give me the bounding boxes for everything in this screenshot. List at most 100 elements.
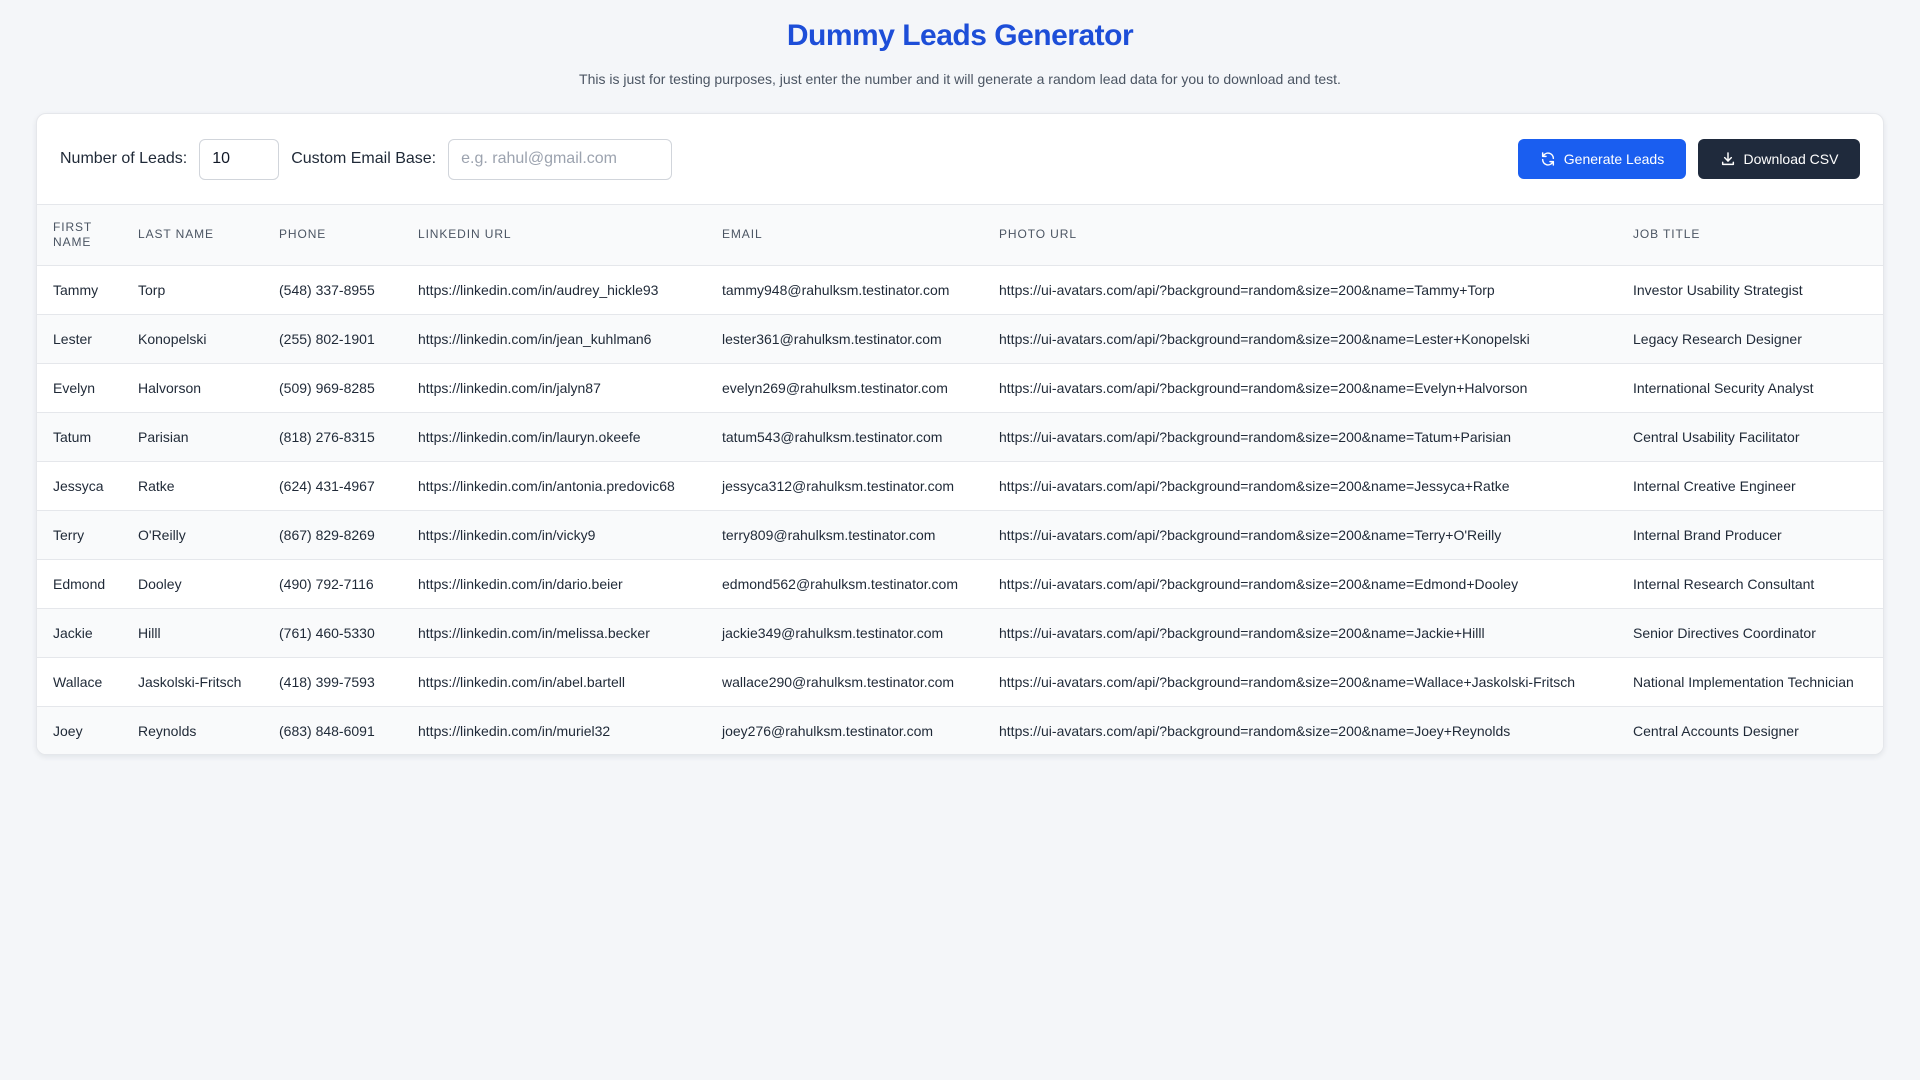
table-row: Lester Konopelski (255) 802-1901 https://li…: [37, 314, 1883, 364]
cell-first-name: Terry: [37, 510, 122, 560]
column-header-linkedin-url[interactable]: LinkedIn URL: [402, 205, 706, 266]
cell-last-name: Konopelski: [122, 314, 263, 364]
cell-phone: (509) 969-8285: [263, 363, 402, 413]
email-base-input[interactable]: [448, 138, 673, 180]
cell-first-name: Joey: [37, 706, 122, 754]
cell-last-name: Ratke: [122, 461, 263, 511]
cell-job-title: International Security Analyst: [1617, 363, 1883, 413]
cell-phone: (418) 399-7593: [263, 657, 402, 707]
cell-email: evelyn269@rahulksm.testinator.com: [706, 363, 983, 413]
page-subtitle: This is just for testing purposes, just …: [579, 71, 1341, 87]
cell-linkedin-url: https://linkedin.com/in/dario.beier: [402, 559, 706, 609]
cell-photo-url: https://ui-avatars.com/api/?background=r…: [983, 510, 1617, 560]
table-row: Edmond Dooley (490) 792-7116 https://linked…: [37, 559, 1883, 609]
table-row: Jessyca Ratke (624) 431-4967 https://linked…: [37, 461, 1883, 511]
table-row: Tatum Parisian (818) 276-8315 https://linke…: [37, 412, 1883, 462]
cell-job-title: Legacy Research Designer: [1617, 314, 1883, 364]
header-row: First Name Last Name Phone LinkedIn URL Emai…: [37, 205, 1883, 266]
cell-linkedin-url: https://linkedin.com/in/antonia.predovic…: [402, 461, 706, 511]
cell-phone: (548) 337-8955: [263, 265, 402, 315]
cell-last-name: Parisian: [122, 412, 263, 462]
cell-photo-url: https://ui-avatars.com/api/?background=r…: [983, 461, 1617, 511]
generate-leads-label: Generate Leads: [1563, 151, 1665, 167]
cell-email: terry809@rahulksm.testinator.com: [706, 510, 983, 560]
table-row: Jackie Hilll (761) 460-5330 https://linkedi…: [37, 608, 1883, 658]
cell-email: jackie349@rahulksm.testinator.com: [706, 608, 983, 658]
table-row: Joey Reynolds (683) 848-6091 https://linked…: [37, 706, 1883, 754]
page-header: Dummy Leads Generator This is just for t…: [0, 0, 1920, 88]
cell-linkedin-url: https://linkedin.com/in/melissa.becker: [402, 608, 706, 658]
cell-photo-url: https://ui-avatars.com/api/?background=r…: [983, 657, 1617, 707]
cell-first-name: Evelyn: [37, 363, 122, 413]
table-row: Evelyn Halvorson (509) 969-8285 https://lin…: [37, 363, 1883, 413]
leads-table-head: First Name Last Name Phone LinkedIn URL Emai…: [37, 205, 1883, 266]
cell-linkedin-url: https://linkedin.com/in/abel.bartell: [402, 657, 706, 707]
cell-phone: (761) 460-5330: [263, 608, 402, 658]
cell-photo-url: https://ui-avatars.com/api/?background=r…: [983, 412, 1617, 462]
cell-photo-url: https://ui-avatars.com/api/?background=r…: [983, 314, 1617, 364]
cell-job-title: Central Usability Facilitator: [1617, 412, 1883, 462]
cell-phone: (490) 792-7116: [263, 559, 402, 609]
cell-linkedin-url: https://linkedin.com/in/audrey_hickle93: [402, 265, 706, 315]
cell-email: tammy948@rahulksm.testinator.com: [706, 265, 983, 315]
cell-email: lester361@rahulksm.testinator.com: [706, 314, 983, 364]
download-csv-label: Download CSV: [1743, 151, 1839, 167]
cell-job-title: National Implementation Technician: [1617, 657, 1883, 707]
cell-linkedin-url: https://linkedin.com/in/lauryn.okeefe: [402, 412, 706, 462]
cell-first-name: Lester: [37, 314, 122, 364]
refresh-icon: [1541, 152, 1554, 166]
cell-linkedin-url: https://linkedin.com/in/jalyn87: [402, 363, 706, 413]
num-leads-input[interactable]: [199, 138, 280, 180]
cell-photo-url: https://ui-avatars.com/api/?background=r…: [983, 608, 1617, 658]
cell-email: wallace290@rahulksm.testinator.com: [706, 657, 983, 707]
cell-first-name: Tatum: [37, 412, 122, 462]
cell-linkedin-url: https://linkedin.com/in/muriel32: [402, 706, 706, 754]
cell-first-name: Jessyca: [37, 461, 122, 511]
cell-email: joey276@rahulksm.testinator.com: [706, 706, 983, 754]
leads-card: Number of Leads: Custom Email Base: Gene…: [36, 113, 1884, 755]
cell-photo-url: https://ui-avatars.com/api/?background=r…: [983, 265, 1617, 315]
cell-linkedin-url: https://linkedin.com/in/jean_kuhlman6: [402, 314, 706, 364]
cell-email: jessyca312@rahulksm.testinator.com: [706, 461, 983, 511]
controls-toolbar: Number of Leads: Custom Email Base: Gene…: [37, 114, 1883, 205]
cell-photo-url: https://ui-avatars.com/api/?background=r…: [983, 363, 1617, 413]
download-csv-button[interactable]: Download CSV: [1698, 139, 1860, 179]
email-base-label: Custom Email Base:: [291, 150, 437, 167]
cell-job-title: Internal Brand Producer: [1617, 510, 1883, 560]
num-leads-label: Number of Leads:: [60, 150, 188, 167]
cell-phone: (683) 848-6091: [263, 706, 402, 754]
cell-phone: (867) 829-8269: [263, 510, 402, 560]
cell-first-name: Tammy: [37, 265, 122, 315]
cell-job-title: Senior Directives Coordinator: [1617, 608, 1883, 658]
cell-email: edmond562@rahulksm.testinator.com: [706, 559, 983, 609]
cell-phone: (255) 802-1901: [263, 314, 402, 364]
cell-email: tatum543@rahulksm.testinator.com: [706, 412, 983, 462]
cell-phone: (624) 431-4967: [263, 461, 402, 511]
leads-table-body: Tammy Torp (548) 337-8955 https://linkedin.…: [37, 265, 1883, 754]
generate-leads-button[interactable]: Generate Leads: [1518, 139, 1686, 179]
cell-photo-url: https://ui-avatars.com/api/?background=r…: [983, 559, 1617, 609]
column-header-phone[interactable]: Phone: [263, 205, 402, 266]
cell-last-name: O'Reilly: [122, 510, 263, 560]
column-header-photo-url[interactable]: Photo URL: [983, 205, 1617, 266]
column-header-job-title[interactable]: Job Title: [1617, 205, 1883, 266]
cell-last-name: Jaskolski-Fritsch: [122, 657, 263, 707]
cell-job-title: Investor Usability Strategist: [1617, 265, 1883, 315]
cell-first-name: Edmond: [37, 559, 122, 609]
cell-last-name: Reynolds: [122, 706, 263, 754]
leads-table: First Name Last Name Phone LinkedIn URL Emai…: [37, 205, 1883, 754]
cell-linkedin-url: https://linkedin.com/in/vicky9: [402, 510, 706, 560]
page-title: Dummy Leads Generator: [786, 19, 1134, 52]
column-header-last-name[interactable]: Last Name: [122, 205, 263, 266]
cell-job-title: Internal Creative Engineer: [1617, 461, 1883, 511]
cell-last-name: Halvorson: [122, 363, 263, 413]
download-icon: [1721, 152, 1734, 166]
column-header-email[interactable]: Email: [706, 205, 983, 266]
cell-job-title: Central Accounts Designer: [1617, 706, 1883, 754]
cell-phone: (818) 276-8315: [263, 412, 402, 462]
column-header-first-name[interactable]: First Name: [37, 205, 122, 266]
cell-job-title: Internal Research Consultant: [1617, 559, 1883, 609]
cell-last-name: Dooley: [122, 559, 263, 609]
cell-first-name: Wallace: [37, 657, 122, 707]
cell-photo-url: https://ui-avatars.com/api/?background=r…: [983, 706, 1617, 754]
